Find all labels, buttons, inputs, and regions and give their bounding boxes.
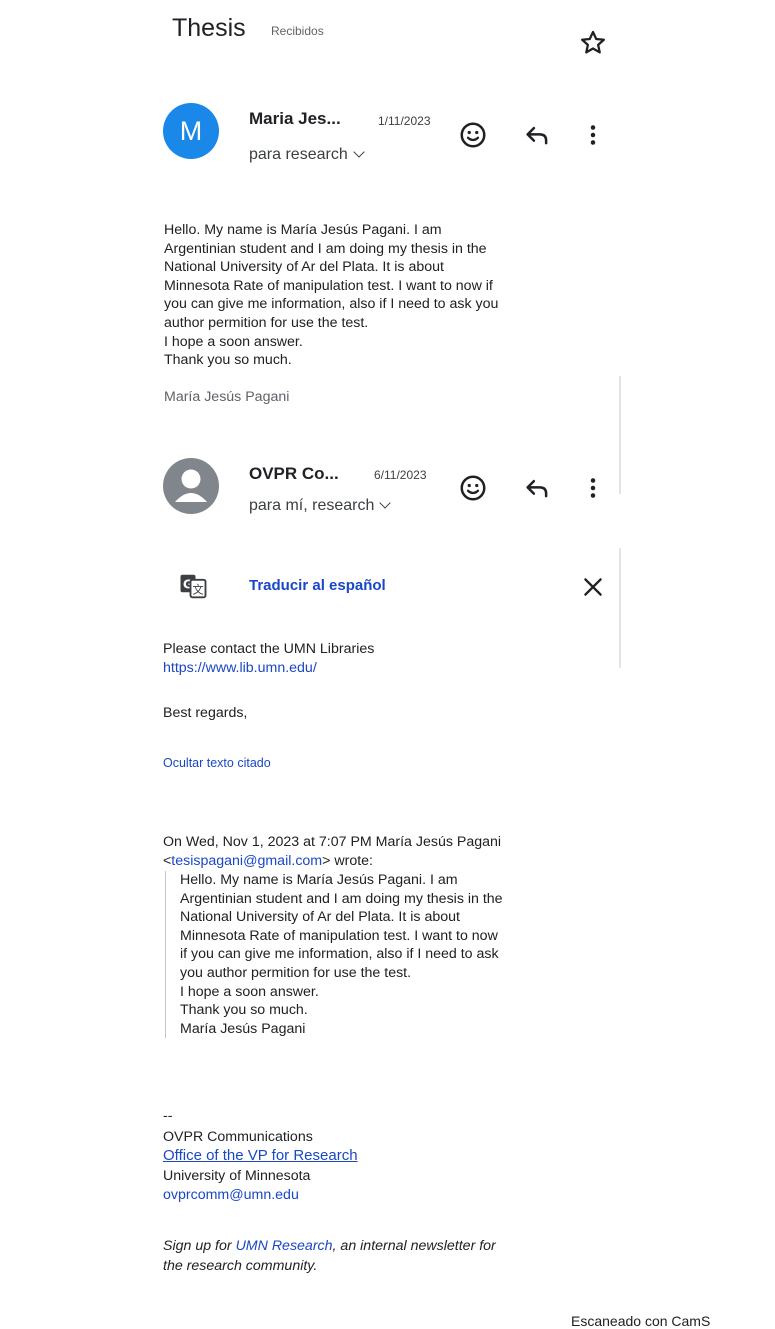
scrollbar[interactable] (619, 548, 621, 668)
message-body: Hello. My name is María Jesús Pagani. I … (164, 222, 499, 369)
closing-text: Best regards, (163, 705, 248, 721)
reply-icon[interactable] (522, 473, 552, 503)
message-date: 6/11/2023 (374, 468, 427, 482)
quote-header: On Wed, Nov 1, 2023 at 7:07 PM María Jes… (163, 834, 502, 850)
thread-subject: Thesis (172, 14, 246, 42)
message-date: 1/11/2023 (378, 114, 431, 128)
recipients-text: para mí, research (249, 497, 375, 514)
quote-email-link[interactable]: tesispagani@gmail.com (171, 853, 322, 869)
sender-name[interactable]: OVPR Co... (249, 464, 339, 484)
sender-name[interactable]: Maria Jes... (249, 109, 341, 129)
newsletter-text-line2: the research community. (163, 1258, 318, 1274)
person-icon (175, 469, 207, 502)
emoji-icon[interactable] (458, 120, 488, 150)
signature-org: OVPR Communications (163, 1129, 313, 1145)
quoted-text: Hello. My name is María Jesús Pagani. I … (165, 871, 620, 1039)
emoji-icon[interactable] (458, 473, 488, 503)
sender-avatar[interactable] (163, 458, 219, 514)
signature-university: University of Minnesota (163, 1168, 311, 1184)
office-link[interactable]: Office of the VP for Research (163, 1147, 358, 1166)
newsletter-post: , an internal newsletter for (332, 1238, 496, 1254)
close-icon[interactable] (580, 574, 606, 600)
recipients-toggle[interactable]: para mí, research (249, 497, 392, 515)
more-vert-icon[interactable] (578, 473, 608, 503)
newsletter-link[interactable]: UMN Research (236, 1238, 333, 1254)
chevron-down-icon (379, 497, 392, 509)
sender-avatar[interactable]: M (163, 103, 219, 159)
scrollbar[interactable] (619, 376, 621, 494)
library-link[interactable]: https://www.lib.umn.edu/ (163, 659, 317, 678)
scanner-watermark: Escaneado con CamS (571, 1313, 711, 1329)
hide-quoted-link[interactable]: Ocultar texto citado (163, 756, 271, 770)
more-vert-icon[interactable] (578, 120, 608, 150)
message-signature: María Jesús Pagani (164, 389, 290, 405)
translate-icon: G 文 (180, 574, 207, 599)
newsletter-pre: Sign up for (163, 1238, 236, 1254)
translate-link[interactable]: Traducir al español (249, 577, 386, 594)
star-icon[interactable] (578, 28, 608, 58)
recipients-text: para research (249, 146, 348, 163)
quote-wrote: wrote: (330, 853, 373, 869)
signature-email-link[interactable]: ovprcomm@umn.edu (163, 1186, 299, 1205)
newsletter-text: Sign up for UMN Research, an internal ne… (163, 1237, 496, 1256)
quote-header-line2: <tesispagani@gmail.com> wrote: (163, 853, 373, 869)
recipients-toggle[interactable]: para research (249, 146, 365, 164)
message-body: Please contact the UMN Libraries (163, 641, 375, 657)
label-badge[interactable]: Recibidos (271, 24, 324, 38)
svg-text:文: 文 (192, 583, 203, 597)
reply-icon[interactable] (522, 120, 552, 150)
chevron-down-icon (353, 146, 365, 158)
signature-separator: -- (163, 1108, 173, 1124)
